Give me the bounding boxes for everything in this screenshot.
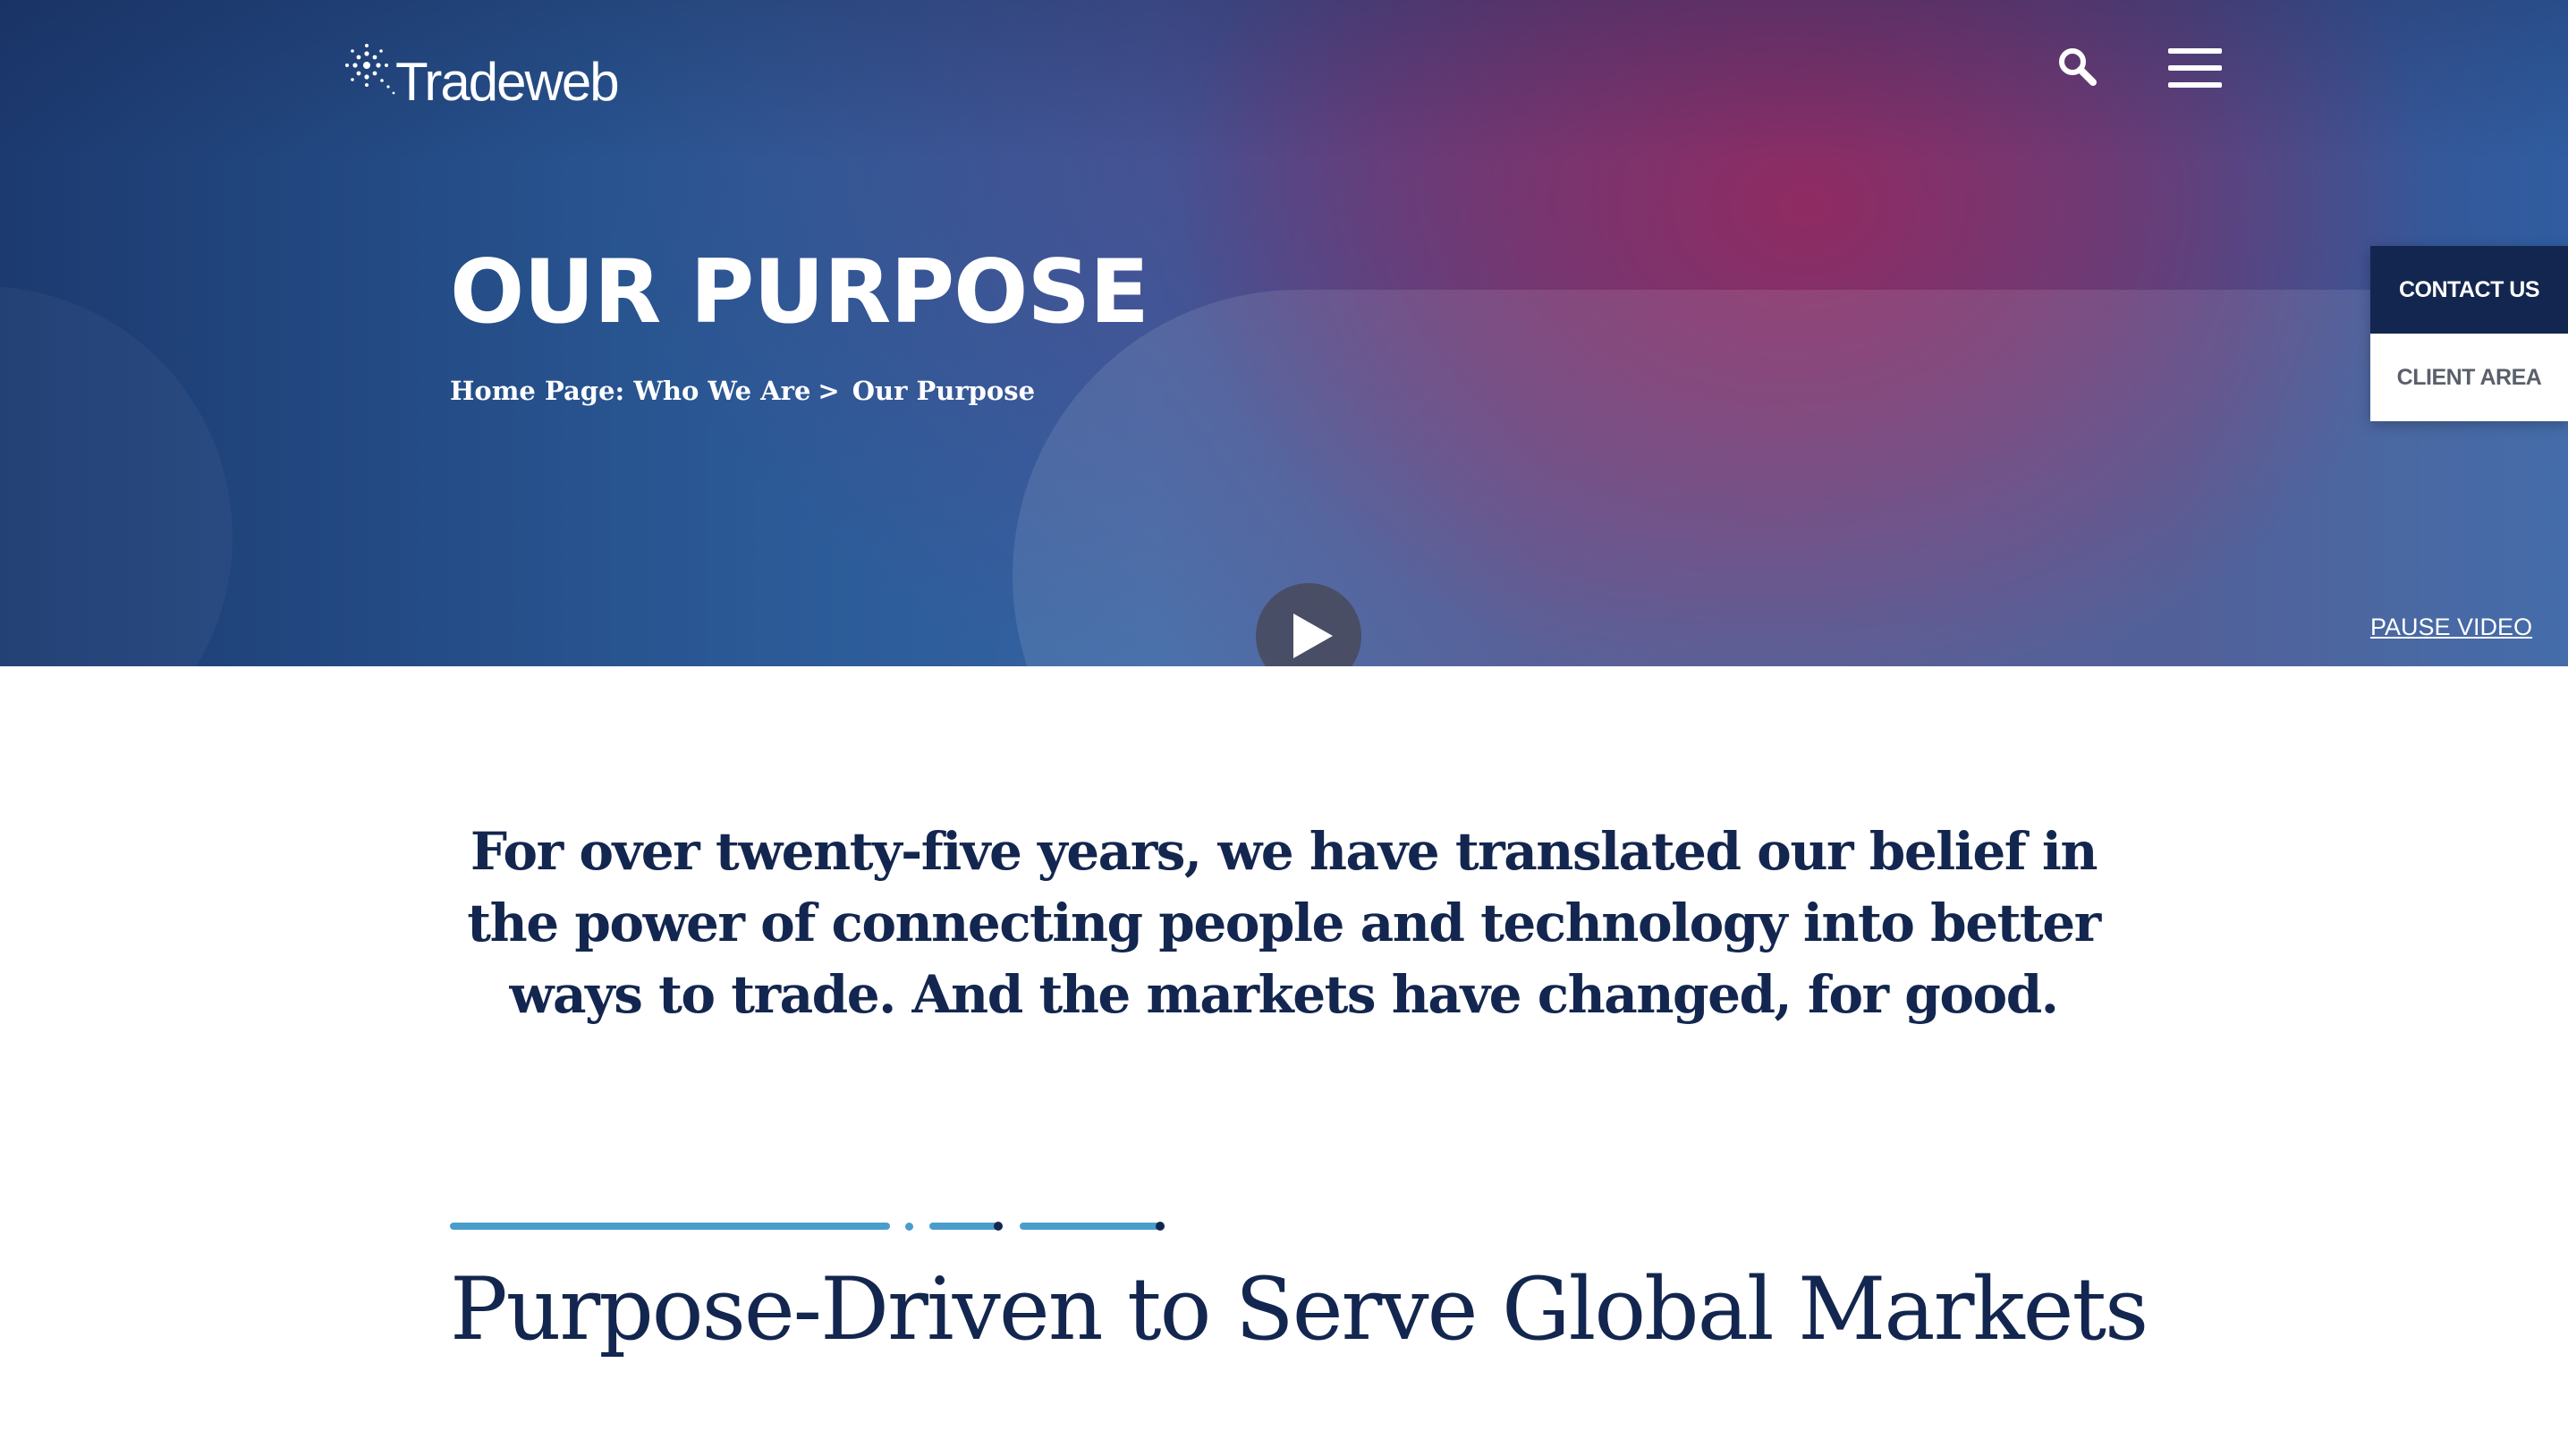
page: Tradeweb OUR PURPOSE Home Page: Who We A… bbox=[0, 0, 2568, 1456]
logo-wordmark: Tradeweb bbox=[395, 51, 620, 112]
client-area-tab[interactable]: CLIENT AREA bbox=[2370, 334, 2568, 421]
starburst-logo-icon bbox=[342, 38, 399, 101]
hero-decor-circle bbox=[0, 286, 233, 666]
play-icon bbox=[1293, 614, 1333, 658]
decorative-divider bbox=[450, 1220, 1183, 1232]
breadcrumb-who-we-are[interactable]: Who We Are bbox=[633, 376, 810, 406]
site-logo[interactable]: Tradeweb bbox=[342, 27, 620, 113]
page-title: OUR PURPOSE bbox=[450, 241, 1149, 343]
pause-video-link[interactable]: PAUSE VIDEO bbox=[2370, 614, 2532, 641]
search-icon bbox=[2057, 48, 2098, 91]
search-button[interactable] bbox=[2057, 47, 2098, 88]
hero-decor-pill bbox=[1013, 290, 2568, 666]
intro-statement: For over twenty-five years, we have tran… bbox=[467, 821, 2101, 1025]
hamburger-menu-icon bbox=[2168, 48, 2222, 88]
section-title: Purpose-Driven to Serve Global Markets bbox=[450, 1259, 2148, 1359]
contact-us-tab[interactable]: CONTACT US bbox=[2370, 246, 2568, 334]
breadcrumb-home[interactable]: Home Page: bbox=[450, 376, 624, 406]
breadcrumb-current: Our Purpose bbox=[852, 376, 1036, 406]
breadcrumb-separator: > bbox=[818, 376, 840, 406]
menu-button[interactable] bbox=[2168, 48, 2222, 88]
side-tabs: CONTACT US CLIENT AREA bbox=[2370, 246, 2568, 421]
breadcrumb: Home Page: Who We Are > Our Purpose bbox=[450, 376, 1035, 406]
hero-banner: Tradeweb OUR PURPOSE Home Page: Who We A… bbox=[0, 0, 2568, 666]
